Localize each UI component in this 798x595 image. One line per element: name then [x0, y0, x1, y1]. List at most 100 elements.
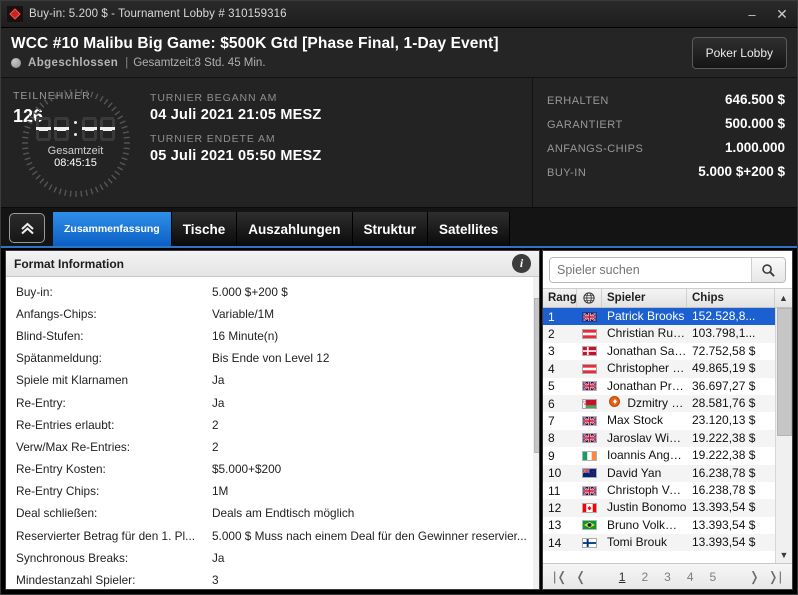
page-prev-button[interactable]: ❬ — [571, 569, 590, 585]
flag-ie-icon — [582, 450, 597, 461]
prize-value: 5.000 $+200 $ — [698, 164, 785, 179]
format-row-key: Spiele mit Klarnamen — [16, 373, 129, 388]
close-button[interactable]: ✕ — [767, 1, 797, 27]
column-header-country[interactable] — [577, 289, 602, 307]
prize-block: Erhalten 646.500 $ Garantiert 500.000 $ … — [532, 78, 797, 207]
table-row[interactable]: 7 Max Stock 23.120,13 $ — [543, 412, 775, 429]
poker-lobby-button[interactable]: Poker Lobby — [691, 37, 787, 69]
tournament-dates-block: Turnier begann am 04 Juli 2021 21:05 MES… — [138, 78, 532, 207]
format-row-key: Re-Entry Chips: — [16, 484, 100, 499]
tournament-lobby-window: Buy-in: 5.200 $ - Tournament Lobby # 310… — [0, 0, 798, 595]
scroll-up-icon[interactable]: ▲ — [533, 277, 539, 294]
page-number[interactable]: 3 — [664, 570, 671, 584]
format-rows-list: Buy-in: 5.000 $+200 $ Anfangs-Chips: Variab… — [6, 277, 533, 589]
player-country-flag — [577, 447, 602, 464]
tab-auszahlungen[interactable]: Auszahlungen — [237, 212, 353, 246]
page-number[interactable]: 2 — [641, 570, 648, 584]
table-row[interactable]: 1 Patrick Brooks 152.528,8... — [543, 308, 775, 326]
player-chips: 13.393,54 $ — [692, 500, 756, 515]
table-row[interactable]: 11 Christoph Vogels... 16.238,78 $ — [543, 482, 775, 499]
player-country-flag — [577, 499, 602, 516]
table-row[interactable]: 8 Jaroslav Wisura 19.222,38 $ — [543, 429, 775, 448]
player-chips: 36.697,27 $ — [692, 378, 756, 393]
tab-bar: Zusammenfassung Tische Auszahlungen Stru… — [1, 208, 797, 248]
format-scrollbar[interactable]: ▲ ▼ — [532, 277, 539, 589]
players-scroll-track[interactable] — [775, 308, 792, 546]
format-row: Verw/Max Re-Entries: 2 — [6, 436, 533, 458]
players-table-header: Rang Spieler Chips ▲ — [543, 288, 792, 308]
format-scroll-track[interactable] — [533, 294, 539, 572]
chevron-up-double-icon — [20, 222, 34, 234]
search-button[interactable] — [751, 258, 785, 282]
info-icon[interactable]: i — [512, 254, 531, 273]
player-chips: 152.528,8... — [692, 309, 756, 323]
table-row[interactable]: 9 Ioannis Angelou ... 19.222,38 $ — [543, 447, 775, 464]
page-last-button[interactable]: ❭| — [764, 569, 786, 585]
format-row: Deal schließen: Deals am Endtisch möglich — [6, 503, 533, 525]
table-row[interactable]: 10 David Yan 16.238,78 $ — [543, 464, 775, 482]
prize-label: Garantiert — [547, 119, 623, 131]
players-scroll-thumb[interactable] — [776, 308, 792, 436]
player-country-flag — [577, 308, 602, 325]
flag-gb-icon — [582, 433, 597, 444]
end-label: Turnier endete am — [150, 133, 276, 145]
table-row[interactable]: 12 Justin Bonomo 13.393,54 $ — [543, 499, 775, 517]
players-scroll-down-icon[interactable]: ▼ — [775, 546, 792, 563]
format-row-value: Ja — [212, 395, 225, 410]
format-scroll-thumb[interactable] — [534, 298, 539, 453]
players-scrollbar[interactable]: ▼ — [775, 308, 792, 563]
search-input[interactable] — [550, 258, 751, 282]
tab-tische[interactable]: Tische — [171, 212, 238, 246]
prize-row: Erhalten 646.500 $ — [547, 92, 785, 107]
page-number[interactable]: 4 — [687, 570, 694, 584]
page-number[interactable]: 1 — [619, 570, 626, 584]
page-number[interactable]: 5 — [710, 570, 717, 584]
flag-at-icon — [582, 329, 597, 340]
format-row-key: Synchronous Breaks: — [16, 550, 129, 565]
format-row: Re-Entries erlaubt: 2 — [6, 414, 533, 436]
format-row-value: 1M — [212, 484, 229, 499]
tab-zusammenfassung[interactable]: Zusammenfassung — [53, 212, 172, 246]
column-header-chips[interactable]: Chips — [687, 289, 775, 307]
player-name: Max Stock — [607, 413, 664, 428]
player-chips: 16.238,78 $ — [692, 465, 756, 480]
app-diamond-icon — [7, 6, 23, 22]
minimize-button[interactable]: – — [737, 1, 767, 27]
column-header-player[interactable]: Spieler — [602, 289, 687, 307]
page-first-button[interactable]: |❬ — [549, 569, 571, 585]
table-row[interactable]: 6 Dzmitry Urban... 28.581,76 $ — [543, 394, 775, 413]
table-row[interactable]: 2 Christian Rudolph 103.798,1... — [543, 325, 775, 343]
flag-fi-icon — [582, 537, 597, 548]
table-row[interactable]: 3 Jonathan Saks Sk.. 72.752,58 $ — [543, 343, 775, 360]
flag-br-icon — [582, 520, 597, 531]
format-row-key: Mindestanzahl Spieler: — [16, 573, 136, 588]
player-country-flag — [577, 517, 602, 534]
column-header-rank[interactable]: Rang — [543, 289, 577, 307]
players-scroll-up-icon[interactable]: ▲ — [775, 289, 792, 307]
player-name: David Yan — [607, 465, 662, 480]
format-row: Anfangs-Chips: Variable/1M — [6, 303, 533, 325]
clock-value: 08:45:15 — [54, 156, 97, 169]
format-row-key: Re-Entry: — [16, 395, 66, 410]
tab-satellites[interactable]: Satellites — [428, 212, 511, 246]
player-name: Christoph Vogels... — [607, 482, 687, 497]
format-row-key: Spätanmeldung: — [16, 351, 102, 366]
table-row[interactable]: 4 Christopher Pütz 49.865,19 $ — [543, 360, 775, 378]
table-row[interactable]: 5 Jonathan Proudf... 36.697,27 $ — [543, 378, 775, 395]
table-row[interactable]: 14 Tomi Brouk 13.393,54 $ — [543, 534, 775, 552]
table-row[interactable]: 13 Bruno Volkmann 13.393,54 $ — [543, 517, 775, 534]
clock-label: Gesamtzeit — [47, 144, 104, 157]
format-panel-header: Format Information i — [6, 251, 539, 277]
scroll-down-icon[interactable]: ▼ — [533, 572, 539, 589]
flag-nz-icon — [582, 468, 597, 479]
player-country-flag — [577, 534, 602, 551]
player-name: Jonathan Proudf... — [607, 378, 687, 393]
page-next-button[interactable]: ❭ — [745, 569, 764, 585]
collapse-button[interactable] — [9, 213, 45, 243]
player-rank: 12 — [548, 500, 562, 515]
players-rows-list: 1 Patrick Brooks 152.528,8... 2 Christian Ru… — [543, 308, 775, 563]
player-name: Bruno Volkmann — [607, 517, 687, 532]
tab-struktur[interactable]: Struktur — [352, 212, 429, 246]
flag-gb-icon — [582, 311, 597, 322]
clock-digits — [36, 116, 115, 141]
